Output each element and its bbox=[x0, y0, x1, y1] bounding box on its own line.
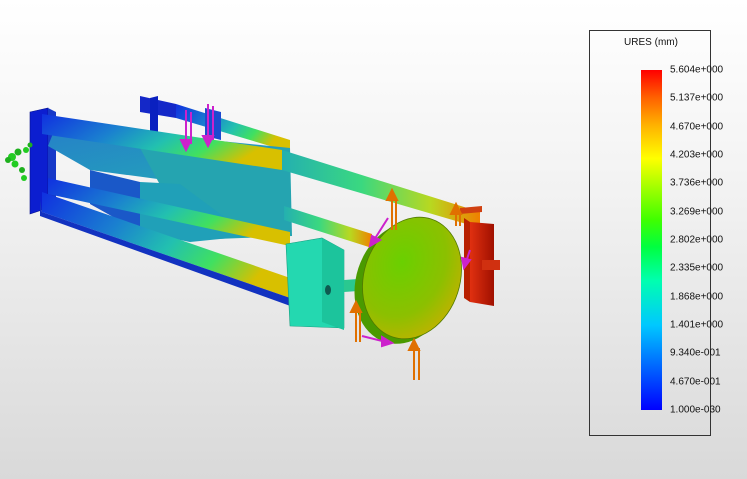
legend-tick-label: 3.736e+000 bbox=[670, 177, 724, 189]
legend-tick-label: 2.802e+000 bbox=[670, 234, 724, 246]
stress-legend: URES (mm) 5.604e+000 5.137e+000 4.670e+000… bbox=[589, 30, 723, 436]
legend-title: URES (mm) bbox=[624, 37, 678, 48]
legend-tick-label: 4.670e-001 bbox=[670, 376, 721, 388]
legend-tick-label: 1.868e+000 bbox=[670, 291, 724, 303]
legend-tick-label: 1.401e+000 bbox=[670, 319, 724, 331]
color-scale-bar bbox=[641, 70, 662, 410]
legend-tick-label: 5.137e+000 bbox=[670, 92, 724, 104]
legend-tick-label: 3.269e+000 bbox=[670, 206, 724, 218]
fixture-icon bbox=[5, 142, 33, 181]
legend-tick-label: 9.340e-001 bbox=[670, 347, 721, 359]
legend-tick-label: 2.335e+000 bbox=[670, 262, 724, 274]
legend-tick-label: 5.604e+000 bbox=[670, 64, 724, 76]
legend-tick-label: 4.203e+000 bbox=[670, 149, 724, 161]
legend-tick-label: 1.000e-030 bbox=[670, 404, 721, 416]
legend-tick-label: 4.670e+000 bbox=[670, 121, 724, 133]
mount-plate bbox=[285, 237, 345, 330]
